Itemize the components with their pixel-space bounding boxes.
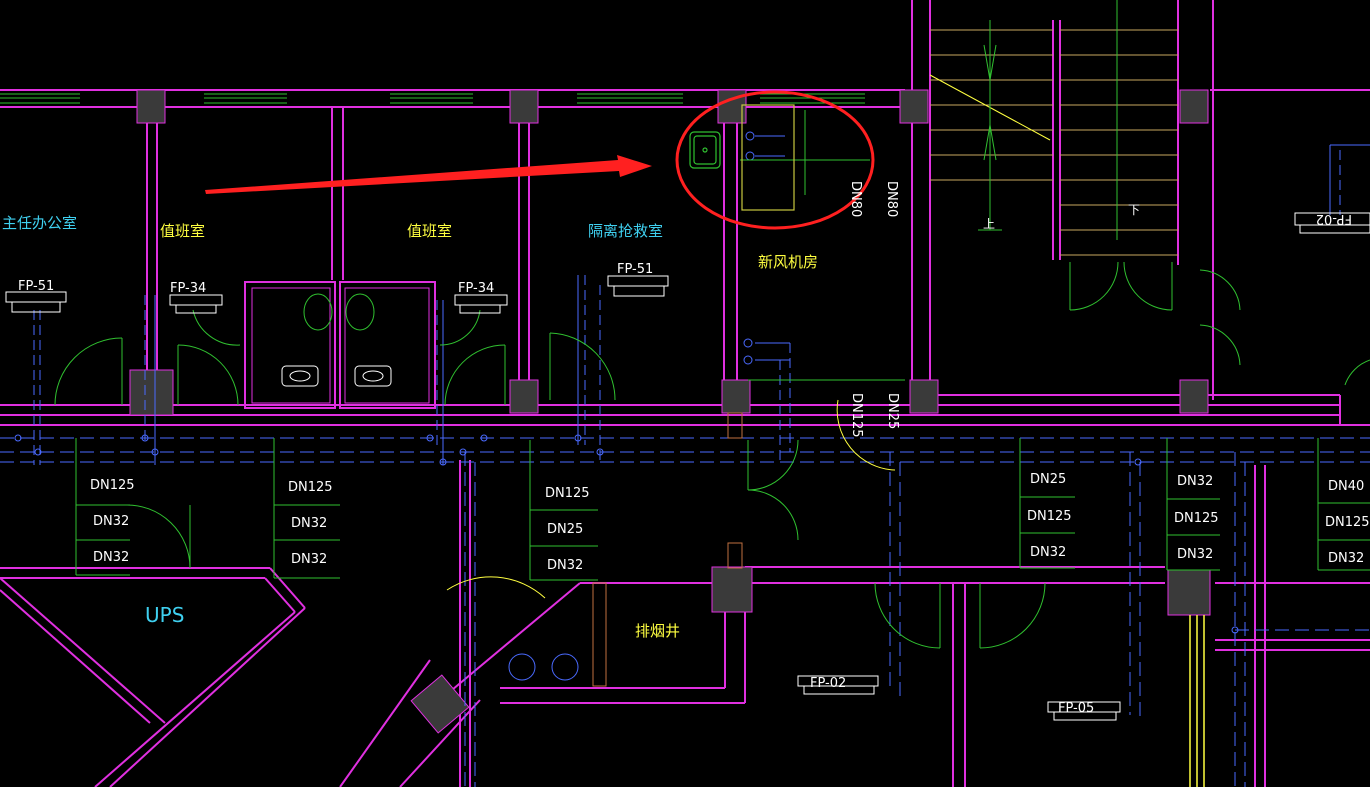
pipe-label: DN25 bbox=[547, 522, 583, 537]
staircase: 下 上 bbox=[911, 0, 1241, 400]
stair-down-label: 下 bbox=[1128, 203, 1140, 217]
fp-51-mid-label: FP-51 bbox=[617, 262, 653, 277]
pipe-label: DN125 bbox=[1027, 509, 1072, 524]
cad-floor-plan: 下 上 FP-51 FP-34 FP-34 FP-51 FP-02 FP-05 … bbox=[0, 0, 1370, 787]
pipe-label: DN125 bbox=[1325, 515, 1370, 530]
pipe-label: DN25 bbox=[1030, 472, 1066, 487]
fresh-air-room-sink bbox=[689, 104, 795, 211]
room-isolation: 隔离抢救室 bbox=[588, 222, 663, 240]
fp-34-left-label: FP-34 bbox=[170, 281, 206, 296]
pipe-label-vertical: DN25 bbox=[885, 393, 900, 429]
fp-34-right-label: FP-34 bbox=[458, 281, 494, 296]
room-director-office: 主任办公室 bbox=[2, 214, 77, 232]
pipe-label: DN32 bbox=[1177, 474, 1213, 489]
pipe-label: DN32 bbox=[93, 514, 129, 529]
pipe-label: DN32 bbox=[547, 558, 583, 573]
fp-51-left-label: FP-51 bbox=[18, 279, 54, 294]
fp-top-right-label: FP-02 bbox=[1316, 211, 1352, 226]
fp-bottom-1-label: FP-02 bbox=[810, 676, 846, 691]
pipe-label-vertical: DN80 bbox=[848, 181, 863, 217]
pipe-label: DN40 bbox=[1328, 479, 1364, 494]
pipe-label: DN32 bbox=[1328, 551, 1364, 566]
pipe-label: DN32 bbox=[1177, 547, 1213, 562]
pipe-label: DN32 bbox=[1030, 545, 1066, 560]
sanitary-fixtures bbox=[281, 365, 392, 387]
stair-up-label: 上 bbox=[983, 217, 995, 231]
pipe-label: DN125 bbox=[90, 478, 135, 493]
fp-bottom-2-label: FP-05 bbox=[1058, 701, 1094, 716]
room-smoke-shaft: 排烟井 bbox=[635, 622, 680, 640]
smoke-shaft bbox=[508, 412, 743, 687]
pipe-label-vertical: DN80 bbox=[884, 181, 899, 217]
pipe-label: DN32 bbox=[291, 552, 327, 567]
pipe-label-vertical: DN125 bbox=[849, 393, 864, 438]
room-duty-1: 值班室 bbox=[160, 222, 205, 240]
fp-unit-symbols bbox=[5, 212, 1370, 721]
pipe-label: DN32 bbox=[291, 516, 327, 531]
yellow-pipes bbox=[1189, 615, 1205, 787]
room-ups: UPS bbox=[145, 603, 184, 627]
pipe-label: DN32 bbox=[93, 550, 129, 565]
pipe-label: DN125 bbox=[1174, 511, 1219, 526]
room-duty-2: 值班室 bbox=[407, 222, 452, 240]
interior-walls bbox=[0, 107, 1370, 787]
pipe-label: DN125 bbox=[545, 486, 590, 501]
room-fresh-air: 新风机房 bbox=[758, 253, 818, 271]
pipe-label: DN125 bbox=[288, 480, 333, 495]
